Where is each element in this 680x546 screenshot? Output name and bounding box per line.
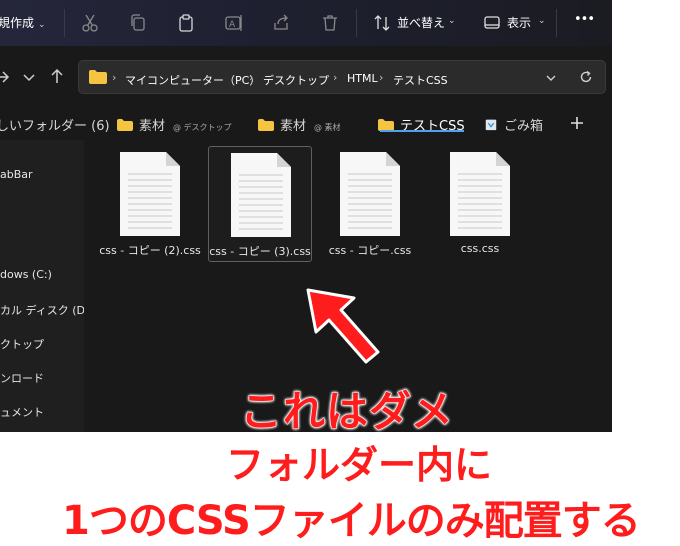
text-file-icon xyxy=(450,152,510,236)
folder-icon xyxy=(117,119,133,131)
address-history-chevron-icon[interactable] xyxy=(545,72,557,84)
annotation-bad-label: これはダメ xyxy=(240,387,454,437)
toolbar-divider xyxy=(556,9,557,37)
file-explorer-window: 規作成 ⌄ A 並べ替え ⌄ 表示 ⌄ ••• › マイコンピューター（PC） … xyxy=(0,0,612,432)
tab-recycle-bin[interactable]: ごみ箱 xyxy=(484,115,543,135)
rename-icon[interactable]: A xyxy=(224,13,244,33)
tab-label: ごみ箱 xyxy=(504,119,544,134)
breadcrumb-separator-icon: › xyxy=(333,71,338,84)
sort-label: 並べ替え xyxy=(397,16,446,30)
toolbar-divider xyxy=(64,9,65,37)
breadcrumb-separator-icon: › xyxy=(112,71,117,84)
up-arrow-icon[interactable] xyxy=(48,67,66,85)
annotation-line-1: フォルダー内に xyxy=(225,443,493,488)
sidebar-item-tabbar[interactable]: abBar xyxy=(0,168,33,181)
sidebar-item-downloads[interactable]: ンロード xyxy=(0,370,44,386)
file-name: css.css xyxy=(460,242,500,255)
active-tab-indicator xyxy=(380,130,464,132)
more-options-button[interactable]: ••• xyxy=(574,12,595,27)
delete-icon[interactable] xyxy=(320,13,340,33)
sidebar-item-drive-c[interactable]: dows (C:) xyxy=(0,268,52,281)
svg-text:A: A xyxy=(229,20,236,30)
new-label: 規作成 xyxy=(0,16,35,30)
sidebar-item-documents[interactable]: ュメント xyxy=(0,404,44,420)
tab-material[interactable]: 素材 @ 素材 xyxy=(258,115,341,135)
file-item-selected[interactable]: css - コピー (3).css xyxy=(208,146,312,262)
folder-icon xyxy=(258,119,274,131)
annotation-line-2: 1つのCSSファイルのみ配置する xyxy=(62,498,642,545)
tab-location: @ デスクトップ xyxy=(173,123,232,132)
command-bar: 規作成 ⌄ A 並べ替え ⌄ 表示 ⌄ ••• xyxy=(0,0,612,46)
new-button[interactable]: 規作成 ⌄ xyxy=(0,14,46,31)
breadcrumb-html[interactable]: HTML xyxy=(347,72,378,85)
copy-icon[interactable] xyxy=(128,13,148,33)
paste-icon[interactable] xyxy=(176,13,196,33)
text-file-icon xyxy=(340,152,400,236)
tab-bar: しいフォルダー (6) 素材 @ デスクトップ 素材 @ 素材 テストCSS ごみ箱 xyxy=(0,112,612,138)
toolbar-divider xyxy=(356,9,357,37)
tab-location: @ 素材 xyxy=(314,123,341,132)
file-item[interactable]: css - コピー.css xyxy=(318,146,422,262)
file-item[interactable]: css.css xyxy=(428,146,532,262)
share-icon[interactable] xyxy=(272,13,292,33)
text-file-icon xyxy=(231,153,291,237)
text-file-icon xyxy=(120,152,180,236)
chevron-down-icon: ⌄ xyxy=(448,16,456,26)
recycle-bin-icon xyxy=(485,119,497,131)
file-name: css - コピー (2).css xyxy=(99,244,201,257)
chevron-down-icon: ⌄ xyxy=(538,16,546,26)
view-icon xyxy=(484,16,500,29)
navigation-bar: › マイコンピューター（PC） › デスクトップ › HTML › テストCSS xyxy=(0,56,612,98)
cut-icon[interactable] xyxy=(80,13,100,33)
tab-test-css-active[interactable]: テストCSS xyxy=(378,115,465,135)
sort-icon xyxy=(374,15,390,31)
breadcrumb-pc[interactable]: マイコンピューター（PC） xyxy=(125,72,260,88)
navigation-pane: abBar dows (C:) カル ディスク (D:) クトップ ンロード ュ… xyxy=(0,140,93,432)
breadcrumb-desktop[interactable]: デスクトップ xyxy=(263,72,329,88)
view-label: 表示 xyxy=(507,16,532,30)
chevron-down-icon: ⌄ xyxy=(38,20,46,30)
file-name: css - コピー (3).css xyxy=(209,245,311,258)
sidebar-item-desktop[interactable]: クトップ xyxy=(0,336,44,352)
address-bar[interactable]: › マイコンピューター（PC） › デスクトップ › HTML › テストCSS xyxy=(78,60,606,94)
file-name: css - コピー.css xyxy=(328,244,412,257)
tab-material-desktop[interactable]: 素材 @ デスクトップ xyxy=(117,115,232,135)
tab-label: 素材 xyxy=(280,119,307,134)
forward-arrow-icon[interactable] xyxy=(0,68,12,86)
breadcrumb-separator-icon: › xyxy=(379,71,384,84)
sidebar-item-drive-d[interactable]: カル ディスク (D:) xyxy=(0,302,93,318)
refresh-icon[interactable] xyxy=(579,70,593,84)
breadcrumb-current[interactable]: テストCSS xyxy=(393,72,448,88)
tab-label: 素材 xyxy=(139,119,166,134)
tab-new-folder[interactable]: しいフォルダー (6) xyxy=(0,115,110,135)
breadcrumb-separator-icon: › xyxy=(249,71,254,84)
file-item[interactable]: css - コピー (2).css xyxy=(98,146,202,262)
annotation-arrow-icon xyxy=(306,288,380,364)
new-tab-plus-icon[interactable] xyxy=(570,116,584,130)
recent-locations-chevron-icon[interactable] xyxy=(20,68,38,86)
tab-label: しいフォルダー (6) xyxy=(0,119,110,134)
folder-icon xyxy=(89,70,107,84)
